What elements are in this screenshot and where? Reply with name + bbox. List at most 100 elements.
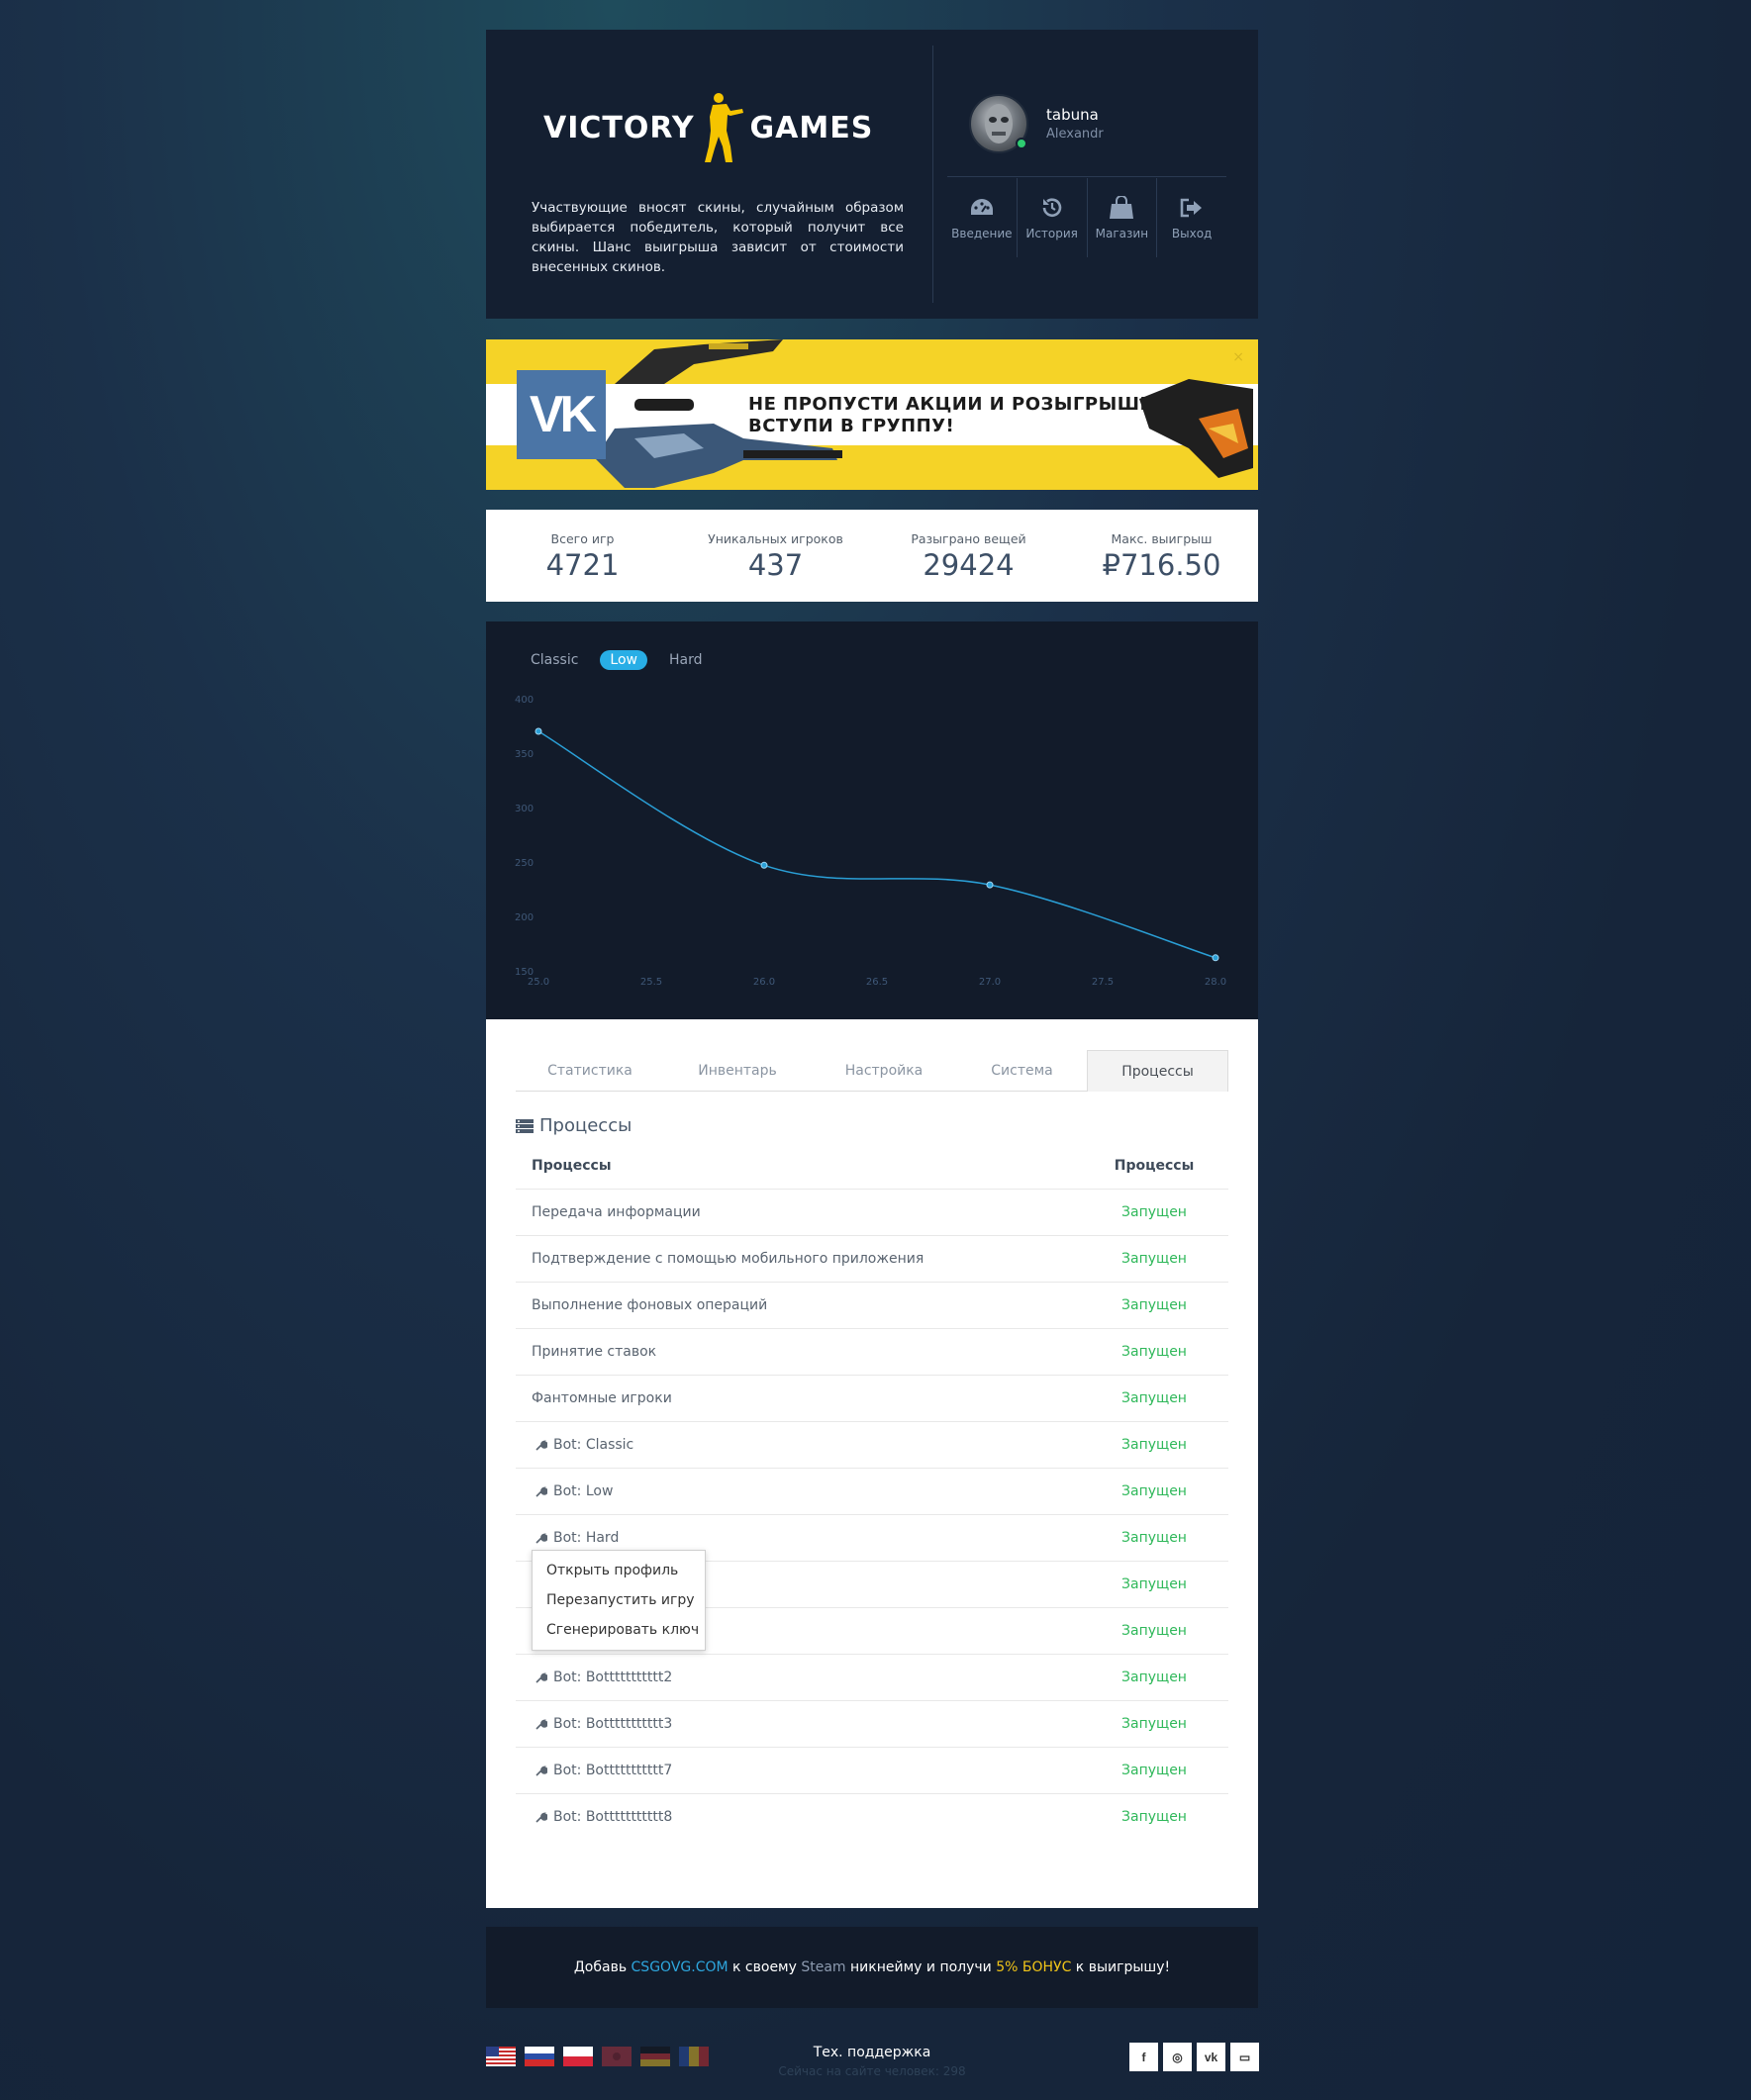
online-status-indicator <box>1016 138 1027 149</box>
data-point <box>986 881 994 889</box>
stat-items-raffled: Разыграно вещей 29424 <box>872 510 1065 602</box>
facebook-icon[interactable]: f <box>1129 2043 1158 2071</box>
wrench-icon <box>535 1719 547 1730</box>
wrench-icon <box>535 1440 547 1451</box>
stat-value: 437 <box>747 548 804 582</box>
tab-processes[interactable]: Процессы <box>1087 1050 1228 1092</box>
vk-group-banner[interactable]: VK НЕ ПРОПУСТИ АКЦИИ И РОЗЫГРЫШИ, ВСТУПИ… <box>486 339 1258 490</box>
table-row[interactable]: Bot: Bottttttttttt8 Запущен <box>516 1793 1228 1840</box>
admin-panel: Статистика Инвентарь Настройка Система П… <box>486 1019 1258 1908</box>
user-real-name: Alexandr <box>1046 127 1104 142</box>
logo-text-games: GAMES <box>749 110 874 145</box>
stat-label: Всего игр <box>550 531 615 546</box>
vk-icon[interactable]: vk <box>1197 2043 1225 2071</box>
menu-item-label: История <box>1025 226 1078 240</box>
avatar[interactable] <box>969 94 1028 153</box>
status-badge: Запущен <box>1121 1809 1187 1825</box>
table-row[interactable]: Выполнение фоновых операций Запущен <box>516 1282 1228 1328</box>
status-badge: Запущен <box>1121 1763 1187 1778</box>
header-panel: VICTORY GAMES Участвующие вносят скины, … <box>486 30 1258 319</box>
status-badge: Запущен <box>1121 1716 1187 1732</box>
menu-item-shop[interactable]: Магазин <box>1088 178 1158 257</box>
server-icon <box>516 1118 534 1133</box>
context-menu-generate-key[interactable]: Сгенерировать ключ <box>533 1615 705 1645</box>
tab-system[interactable]: Система <box>957 1050 1087 1092</box>
tab-inventory[interactable]: Инвентарь <box>664 1050 811 1092</box>
status-badge: Запущен <box>1121 1204 1187 1220</box>
process-name: Выполнение фоновых операций <box>516 1297 1080 1313</box>
table-row[interactable]: Bot: Bottttttttttt7 Запущен <box>516 1747 1228 1793</box>
instagram-icon[interactable]: ◎ <box>1163 2043 1192 2071</box>
processes-table: Процессы Процессы Передача информации Зап… <box>516 1142 1228 1840</box>
promo-bar: Добавь CSGOVG.COM к своему Steam никнейм… <box>486 1927 1258 2008</box>
table-row[interactable]: Bot: Bottttttttttt2 Запущен <box>516 1654 1228 1700</box>
tab-statistics[interactable]: Статистика <box>516 1050 664 1092</box>
process-name-text: Принятие ставок <box>532 1344 657 1360</box>
mode-tab-classic[interactable]: Classic <box>531 650 588 670</box>
table-row[interactable]: Bot: Classic Запущен <box>516 1421 1228 1468</box>
stat-value: ₽716.50 <box>1102 548 1221 582</box>
status-badge: Запущен <box>1121 1437 1187 1453</box>
table-header: Процессы Процессы <box>516 1142 1228 1189</box>
status-badge: Запущен <box>1121 1344 1187 1360</box>
promo-text: Добавь <box>573 1959 632 1975</box>
process-name: Bot: Bottttttttttt7 <box>516 1763 1080 1778</box>
stats-panel: Всего игр 4721 Уникальных игроков 437 Ра… <box>486 510 1258 602</box>
process-name-text: Bot: Classic <box>553 1437 634 1453</box>
menu-divider <box>947 176 1226 177</box>
process-name-text: Bot: Bottttttttttt3 <box>553 1716 673 1732</box>
menu-item-intro[interactable]: Введение <box>947 178 1018 257</box>
twitch-icon[interactable]: ▭ <box>1230 2043 1259 2071</box>
x-tick-label: 26.0 <box>753 977 775 988</box>
column-header-process: Процессы <box>532 1157 612 1174</box>
site-logo[interactable]: VICTORY GAMES <box>543 91 873 164</box>
mask-face-icon <box>985 104 1013 143</box>
menu-item-history[interactable]: История <box>1018 178 1088 257</box>
status-badge: Запущен <box>1121 1530 1187 1546</box>
header-divider <box>932 46 933 303</box>
section-title: Процессы <box>516 1115 632 1136</box>
table-row[interactable]: Фантомные игроки Запущен <box>516 1375 1228 1421</box>
promo-site-link[interactable]: CSGOVG.COM <box>632 1959 729 1975</box>
stat-unique-players: Уникальных игроков 437 <box>679 510 872 602</box>
promo-text: никнейму и получи <box>845 1959 997 1975</box>
process-name-text: Bot: Hard <box>553 1530 620 1546</box>
table-row[interactable]: Передача информации Запущен <box>516 1189 1228 1235</box>
process-name-text: Передача информации <box>532 1204 701 1220</box>
close-icon[interactable]: × <box>1232 349 1244 365</box>
data-point <box>1212 954 1219 962</box>
logout-icon <box>1179 196 1205 220</box>
vk-logo-icon: VK <box>517 370 606 459</box>
social-links: f ◎ vk ▭ <box>1129 2043 1259 2071</box>
process-name-text: Bot: Bottttttttttt7 <box>553 1763 673 1778</box>
admin-tabs: Статистика Инвентарь Настройка Система П… <box>516 1050 1228 1092</box>
mode-tab-low[interactable]: Low <box>600 650 647 670</box>
line-chart: 15020025030035040025.0 25.5 26.0 26.5 27.0 27… <box>515 695 1226 988</box>
user-profile[interactable]: tabuna Alexandr <box>969 94 1104 153</box>
mode-tab-hard[interactable]: Hard <box>659 650 713 670</box>
context-menu-restart-game[interactable]: Перезапустить игру <box>533 1585 705 1615</box>
stat-value: 4721 <box>545 548 620 582</box>
menu-item-logout[interactable]: Выход <box>1157 178 1226 257</box>
table-row[interactable]: Bot: Low Запущен <box>516 1468 1228 1514</box>
wrench-icon <box>535 1766 547 1776</box>
y-tick-label: 350 <box>515 749 534 760</box>
context-menu-open-profile[interactable]: Открыть профиль <box>533 1556 705 1585</box>
process-name: Передача информации <box>516 1204 1080 1220</box>
process-name-text: Выполнение фоновых операций <box>532 1297 768 1313</box>
wrench-icon <box>535 1533 547 1544</box>
table-row[interactable]: Bot: Bottttttttttt3 Запущен <box>516 1700 1228 1747</box>
table-row[interactable]: Принятие ставок Запущен <box>516 1328 1228 1375</box>
process-name: Bot: Bottttttttttt2 <box>516 1670 1080 1685</box>
process-name: Bot: Bottttttttttt8 <box>516 1809 1080 1825</box>
banner-line-1: НЕ ПРОПУСТИ АКЦИИ И РОЗЫГРЫШИ, <box>748 394 1163 415</box>
stat-label: Разыграно вещей <box>911 531 1026 546</box>
tab-settings[interactable]: Настройка <box>811 1050 957 1092</box>
status-badge: Запущен <box>1121 1297 1187 1313</box>
wrench-icon <box>535 1812 547 1823</box>
process-name-text: Bot: Low <box>553 1483 614 1499</box>
process-name-text: Bot: Bottttttttttt8 <box>553 1809 673 1825</box>
game-mode-tabs: Classic Low Hard <box>531 650 713 670</box>
process-name: Bot: Classic <box>516 1437 1080 1453</box>
table-row[interactable]: Подтверждение с помощью мобильного прило… <box>516 1235 1228 1282</box>
